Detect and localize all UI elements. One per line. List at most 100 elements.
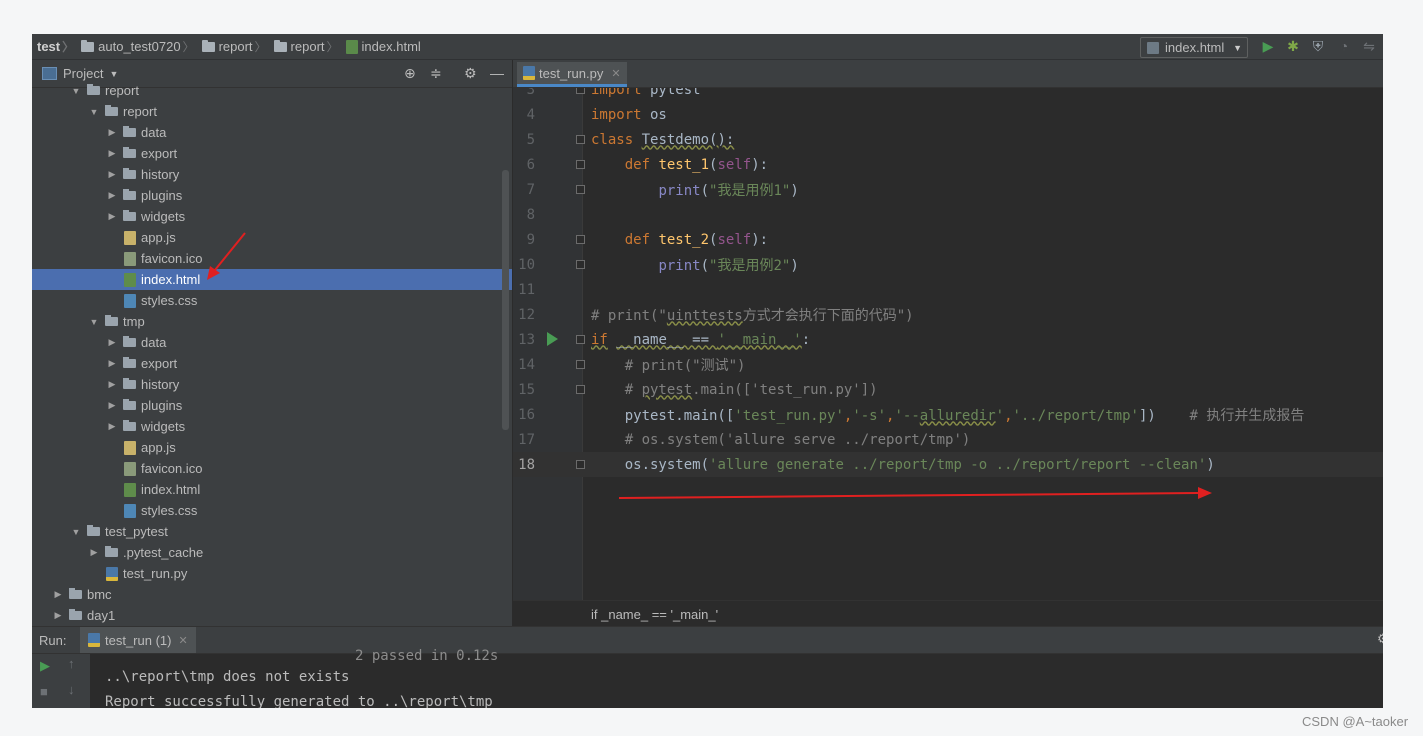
- code-area[interactable]: 3 import pytest 4 import os 5 class Testdemo(…: [513, 88, 1383, 600]
- collapsed-arrow-icon[interactable]: ▶: [106, 400, 118, 411]
- run-tab[interactable]: test_run (1) ✕: [80, 627, 196, 653]
- fold-marker-icon[interactable]: [576, 260, 585, 269]
- collapsed-arrow-icon[interactable]: ▶: [106, 358, 118, 369]
- code-line[interactable]: 11: [513, 277, 1383, 302]
- arrow-up-icon[interactable]: ↑: [68, 656, 75, 671]
- expanded-arrow-icon[interactable]: ▼: [70, 86, 82, 96]
- fold-marker-icon[interactable]: [576, 88, 585, 94]
- tree-item[interactable]: ▶ export: [32, 143, 512, 164]
- tree-item[interactable]: ▶ data: [32, 332, 512, 353]
- breadcrumb-item[interactable]: report 〉: [201, 38, 271, 55]
- collapsed-arrow-icon[interactable]: ▶: [88, 547, 100, 558]
- tree-item[interactable]: ▼ test_pytest: [32, 521, 512, 542]
- code-line[interactable]: 14 # print("测试"): [513, 352, 1383, 377]
- gutter-run-icon[interactable]: [547, 332, 558, 346]
- coverage-icon[interactable]: ⛨: [1310, 38, 1326, 54]
- fold-marker-icon[interactable]: [576, 385, 585, 394]
- tree-item[interactable]: index.html: [32, 269, 512, 290]
- code-line[interactable]: 3 import pytest: [513, 88, 1383, 102]
- tree-item[interactable]: favicon.ico: [32, 248, 512, 269]
- code-line[interactable]: 4 import os: [513, 102, 1383, 127]
- tree-item[interactable]: ▶ history: [32, 374, 512, 395]
- tree-scrollbar[interactable]: [502, 170, 509, 430]
- tree-item[interactable]: ▶ plugins: [32, 185, 512, 206]
- project-title[interactable]: Project: [63, 66, 103, 81]
- code-line[interactable]: 17 # os.system('allure serve ../report/t…: [513, 427, 1383, 452]
- gear-icon[interactable]: ⚙: [1377, 631, 1383, 647]
- fold-marker-icon[interactable]: [576, 235, 585, 244]
- tab-test-run-py[interactable]: test_run.py ✕: [517, 62, 627, 87]
- folder-icon: [69, 609, 82, 620]
- code-line[interactable]: 6 def test_1(self):: [513, 152, 1383, 177]
- code-line[interactable]: 5 class Testdemo():: [513, 127, 1383, 152]
- tree-item[interactable]: styles.css: [32, 500, 512, 521]
- collapsed-arrow-icon[interactable]: ▶: [106, 421, 118, 432]
- code-line[interactable]: 9 def test_2(self):: [513, 227, 1383, 252]
- tree-item[interactable]: ▶ export: [32, 353, 512, 374]
- close-icon[interactable]: ✕: [611, 67, 620, 80]
- tree-item[interactable]: ▼ report: [32, 80, 512, 101]
- collapsed-arrow-icon[interactable]: ▶: [52, 610, 64, 621]
- expanded-arrow-icon[interactable]: ▼: [88, 317, 100, 327]
- chevron-down-icon[interactable]: ▼: [109, 69, 118, 79]
- arrow-down-icon[interactable]: ↓: [68, 682, 75, 697]
- code-line[interactable]: 10 print("我是用例2"): [513, 252, 1383, 277]
- tree-item[interactable]: ▶ .pytest_cache: [32, 542, 512, 563]
- tree-item[interactable]: styles.css: [32, 290, 512, 311]
- expanded-arrow-icon[interactable]: ▼: [88, 107, 100, 117]
- code-line[interactable]: 15 # pytest.main(['test_run.py']): [513, 377, 1383, 402]
- fold-marker-icon[interactable]: [576, 135, 585, 144]
- collapsed-arrow-icon[interactable]: ▶: [106, 379, 118, 390]
- tree-item-label: .pytest_cache: [123, 545, 204, 560]
- tree-item[interactable]: ▼ tmp: [32, 311, 512, 332]
- breadcrumb-item[interactable]: report 〉: [273, 38, 343, 55]
- tree-item[interactable]: ▶ bmc: [32, 584, 512, 605]
- fold-marker-icon[interactable]: [576, 160, 585, 169]
- tree-item[interactable]: ▶ plugins: [32, 395, 512, 416]
- collapsed-arrow-icon[interactable]: ▶: [106, 211, 118, 222]
- code-line[interactable]: 7 print("我是用例1"): [513, 177, 1383, 202]
- collapsed-arrow-icon[interactable]: ▶: [106, 169, 118, 180]
- fold-marker-icon[interactable]: [576, 185, 585, 194]
- tree-item[interactable]: ▼ report: [32, 101, 512, 122]
- fold-marker-icon[interactable]: [576, 335, 585, 344]
- code-line[interactable]: 8: [513, 202, 1383, 227]
- code-line[interactable]: 16 pytest.main(['test_run.py','-s','--al…: [513, 402, 1383, 427]
- breadcrumb-item[interactable]: index.html: [345, 39, 421, 54]
- breadcrumb-item[interactable]: auto_test0720 〉: [81, 38, 198, 55]
- tree-item[interactable]: ▶ history: [32, 164, 512, 185]
- console-output[interactable]: 2 passed in 0.12s ..\report\tmp does not…: [90, 648, 1383, 708]
- profile-icon[interactable]: ◔: [1336, 38, 1352, 54]
- rerun-icon[interactable]: ▶: [40, 658, 50, 674]
- breadcrumb-item[interactable]: test 〉: [37, 38, 78, 55]
- stop-icon[interactable]: ■: [40, 684, 48, 699]
- fold-marker-icon[interactable]: [576, 460, 585, 469]
- code-line[interactable]: 12 # print("uinttests方式才会执行下面的代码"): [513, 302, 1383, 327]
- expanded-arrow-icon[interactable]: ▼: [70, 527, 82, 537]
- code-line[interactable]: 13 if __name__ == '__main__':: [513, 327, 1383, 352]
- tree-item[interactable]: app.js: [32, 227, 512, 248]
- tree-item[interactable]: app.js: [32, 437, 512, 458]
- tree-item[interactable]: test_run.py: [32, 563, 512, 584]
- collapsed-arrow-icon[interactable]: ▶: [106, 190, 118, 201]
- hide-panel-icon[interactable]: —: [490, 65, 504, 81]
- debug-icon[interactable]: ✱: [1285, 38, 1301, 54]
- close-icon[interactable]: ✕: [178, 634, 187, 647]
- code-line[interactable]: 18 os.system('allure generate ../report/…: [513, 452, 1383, 477]
- collapsed-arrow-icon[interactable]: ▶: [52, 589, 64, 600]
- tree-item[interactable]: ▶ day1: [32, 605, 512, 626]
- tree-item[interactable]: index.html: [32, 479, 512, 500]
- collapsed-arrow-icon[interactable]: ▶: [106, 127, 118, 138]
- run-icon[interactable]: ▶: [1260, 38, 1276, 54]
- run-configuration-select[interactable]: index.html ▼: [1140, 37, 1248, 58]
- tree-item[interactable]: ▶ widgets: [32, 206, 512, 227]
- tree-item[interactable]: favicon.ico: [32, 458, 512, 479]
- collapsed-arrow-icon[interactable]: ▶: [106, 148, 118, 159]
- collapsed-arrow-icon[interactable]: ▶: [106, 337, 118, 348]
- stop-icon[interactable]: ⇋: [1361, 38, 1377, 54]
- tree-item[interactable]: ▶ widgets: [32, 416, 512, 437]
- tree-item[interactable]: ▶ data: [32, 122, 512, 143]
- breadcrumb-separator-icon: 〉: [182, 40, 195, 54]
- fold-marker-icon[interactable]: [576, 360, 585, 369]
- structure-breadcrumb-label[interactable]: if _name_ == '_main_': [591, 607, 718, 622]
